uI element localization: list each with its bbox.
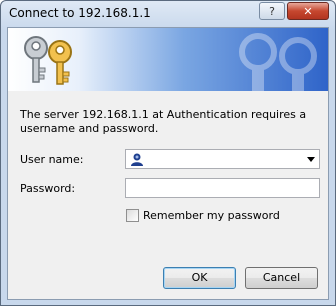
help-icon: ? [269,5,275,18]
close-icon: ✕ [303,5,313,18]
password-label: Password: [20,182,76,195]
window-title: Connect to 192.168.1.1 [9,6,151,20]
cancel-button[interactable]: Cancel [245,267,318,289]
ok-button[interactable]: OK [163,267,236,289]
username-label: User name: [20,153,84,166]
remember-password-label[interactable]: Remember my password [143,209,280,222]
remember-password-checkbox[interactable] [126,209,139,222]
auth-message: The server 192.168.1.1 at Authentication… [20,108,307,135]
help-button[interactable]: ? [259,2,285,20]
chevron-down-icon[interactable] [307,157,315,162]
username-combobox[interactable] [125,149,320,169]
dialog-body: The server 192.168.1.1 at Authentication… [7,27,329,300]
user-icon [131,153,143,166]
login-dialog: Connect to 192.168.1.1 ? ✕ The server 19… [0,0,336,306]
banner [8,28,328,91]
close-button[interactable]: ✕ [287,2,329,20]
keys-icon [24,36,72,85]
title-bar: Connect to 192.168.1.1 ? ✕ [1,1,335,27]
password-field[interactable] [125,178,320,198]
keys-watermark-icon [239,33,317,91]
